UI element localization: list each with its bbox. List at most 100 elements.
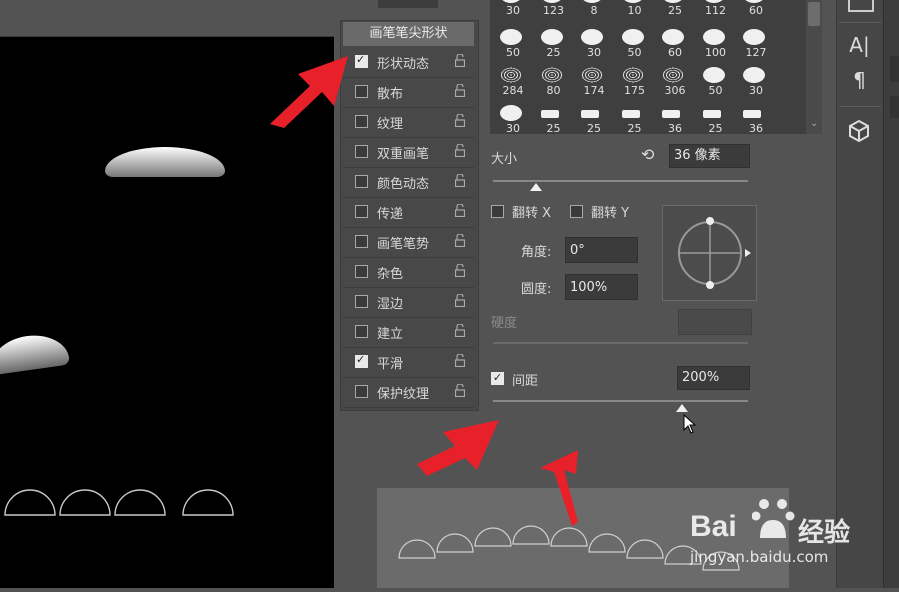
brush-preset-cell[interactable]: 60 xyxy=(736,0,773,22)
spacing-slider[interactable] xyxy=(493,400,748,402)
lock-icon[interactable] xyxy=(455,54,465,67)
option-checkbox[interactable] xyxy=(355,145,368,158)
brush-option-row[interactable]: 画笔笔势 xyxy=(343,227,474,258)
brush-preset-cell[interactable]: 25 xyxy=(574,102,611,140)
brush-preset-cell[interactable]: 80 xyxy=(534,64,571,102)
brush-preset-cell[interactable]: 112 xyxy=(696,0,733,22)
lock-icon[interactable] xyxy=(455,384,465,397)
3d-cube-icon[interactable] xyxy=(848,119,870,143)
brush-option-row[interactable]: 散布 xyxy=(343,77,474,108)
brush-thumbnail-icon xyxy=(702,110,721,118)
brush-preset-cell[interactable]: 123 xyxy=(534,0,571,22)
brush-option-row[interactable]: 双重画笔 xyxy=(343,137,474,168)
angle-input[interactable]: 0° xyxy=(565,237,638,263)
spacing-slider-thumb[interactable] xyxy=(675,404,688,412)
brush-option-row[interactable]: 传递 xyxy=(343,197,474,228)
brush-option-row[interactable]: 建立 xyxy=(343,317,474,348)
panel-icon[interactable] xyxy=(848,0,874,12)
option-checkbox[interactable] xyxy=(355,265,368,278)
mouse-cursor-icon xyxy=(683,414,697,434)
lock-icon[interactable] xyxy=(455,234,465,247)
brush-tip-shape-item[interactable]: 画笔笔尖形状 xyxy=(343,22,474,46)
brush-preset-cell[interactable]: 36 xyxy=(736,102,773,140)
lock-icon[interactable] xyxy=(455,204,465,217)
flip-y-checkbox[interactable] xyxy=(570,205,583,218)
brush-preset-cell[interactable]: 30 xyxy=(493,0,530,22)
paragraph-panel-icon[interactable]: ¶ xyxy=(836,68,883,92)
brush-option-row[interactable]: 颜色动态 xyxy=(343,167,474,198)
brush-preset-cell[interactable]: 30 xyxy=(493,102,530,140)
spacing-checkbox[interactable]: ✓ xyxy=(491,372,504,385)
lock-icon[interactable] xyxy=(455,264,465,277)
lock-icon[interactable] xyxy=(455,174,465,187)
brush-preset-cell[interactable]: 50 xyxy=(696,64,733,102)
option-checkbox[interactable] xyxy=(355,235,368,248)
option-checkbox[interactable] xyxy=(355,325,368,338)
angle-roundness-widget[interactable] xyxy=(662,205,757,301)
brush-size-label: 100 xyxy=(705,46,726,59)
reset-size-icon[interactable]: ⟲ xyxy=(641,145,654,164)
size-input[interactable]: 36 像素 xyxy=(669,144,750,168)
brush-preset-cell[interactable]: 127 xyxy=(736,26,773,64)
brush-preset-cell[interactable]: 25 xyxy=(534,102,571,140)
angle-label: 角度: xyxy=(521,245,552,260)
far-right-field xyxy=(890,96,899,118)
brush-preset-cell[interactable]: 100 xyxy=(696,26,733,64)
option-checkbox[interactable] xyxy=(355,295,368,308)
brush-option-row[interactable]: 纹理 xyxy=(343,107,474,138)
brush-preset-cell[interactable]: 60 xyxy=(655,26,692,64)
brush-preset-cell[interactable]: 174 xyxy=(574,64,611,102)
panel-tab xyxy=(378,0,438,8)
brush-preset-cell[interactable]: 306 xyxy=(655,64,692,102)
brush-option-row[interactable]: 保护纹理 xyxy=(343,377,474,408)
brush-preset-cell[interactable]: 284 xyxy=(493,64,530,102)
grid-scroll-thumb[interactable] xyxy=(808,2,820,26)
roundness-input[interactable]: 100% xyxy=(565,274,638,300)
brush-thumbnail-icon xyxy=(621,67,644,83)
brush-size-label: 25 xyxy=(546,122,561,135)
brush-angle-icon xyxy=(678,217,751,289)
lock-icon[interactable] xyxy=(455,144,465,157)
option-checkbox[interactable] xyxy=(355,175,368,188)
size-slider[interactable] xyxy=(493,180,748,182)
lock-icon[interactable] xyxy=(455,114,465,127)
brush-preset-cell[interactable]: 50 xyxy=(493,26,530,64)
stamp-shape xyxy=(114,489,166,516)
size-slider-thumb[interactable] xyxy=(530,183,543,191)
option-label: 传递 xyxy=(377,207,404,222)
brush-preset-cell[interactable]: 50 xyxy=(615,26,652,64)
brush-preset-cell[interactable]: 25 xyxy=(534,26,571,64)
watermark-brand-suffix: 经验 xyxy=(798,518,851,548)
brush-preset-cell[interactable]: 36 xyxy=(655,102,692,140)
brush-option-row[interactable]: 湿边 xyxy=(343,287,474,318)
brush-preset-cell[interactable]: 8 xyxy=(574,0,611,22)
lock-icon[interactable] xyxy=(455,84,465,97)
lock-icon[interactable] xyxy=(455,354,465,367)
spacing-input[interactable]: 200% xyxy=(677,366,750,390)
brush-option-row[interactable]: 杂色 xyxy=(343,257,474,288)
brush-thumbnail-icon xyxy=(702,67,725,83)
brush-size-label: 30 xyxy=(749,84,763,97)
scroll-down-icon[interactable]: ⌄ xyxy=(810,118,818,129)
brush-preset-cell[interactable]: 30 xyxy=(736,64,773,102)
lock-icon[interactable] xyxy=(455,324,465,337)
brush-size-label: 50 xyxy=(627,46,642,59)
option-checkbox[interactable] xyxy=(355,205,368,218)
option-label: 双重画笔 xyxy=(377,147,430,162)
option-checkbox[interactable] xyxy=(355,353,368,368)
brush-preset-cell[interactable]: 25 xyxy=(615,102,652,140)
brush-option-row[interactable]: 形状动态 xyxy=(343,47,474,78)
lock-icon[interactable] xyxy=(455,294,465,307)
brush-preset-cell[interactable]: 25 xyxy=(696,102,733,140)
brush-thumbnail-icon xyxy=(621,0,644,3)
brush-preset-cell[interactable]: 175 xyxy=(615,64,652,102)
brush-option-row[interactable]: 平滑 xyxy=(343,347,474,378)
brush-size-label: 50 xyxy=(708,84,723,97)
flip-x-checkbox[interactable] xyxy=(491,205,504,218)
brush-preset-cell[interactable]: 30 xyxy=(574,26,611,64)
brush-thumbnail-icon xyxy=(662,0,684,3)
option-checkbox[interactable] xyxy=(355,385,368,398)
brush-preset-cell[interactable]: 10 xyxy=(615,0,652,22)
brush-preset-cell[interactable]: 25 xyxy=(655,0,692,22)
character-panel-icon[interactable]: A| xyxy=(836,33,883,57)
